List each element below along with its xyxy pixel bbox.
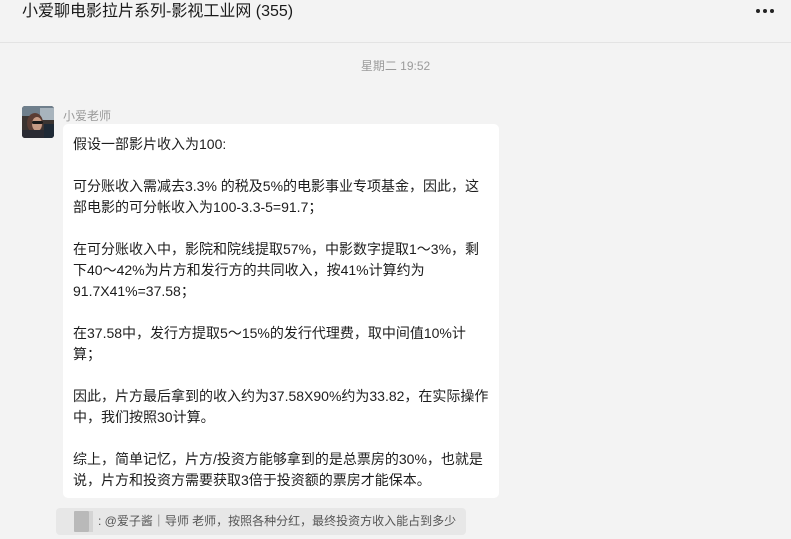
chat-header: 小爱聊电影拉片系列-影视工业网 (355) [0,0,791,43]
message-bubble[interactable]: 假设一部影片收入为100: 可分账收入需减去3.3% 的税及5%的电影事业专项基… [63,124,499,498]
message-paragraph: 因此，片方最后拿到的收入约为37.58X90%约为33.82，在实际操作中，我们… [73,388,489,425]
more-icon-dot [756,9,760,13]
message-paragraph: 在可分账收入中，影院和院线提取57%，中影数字提取1～3%，剩下40～42%为片… [73,241,480,299]
message-paragraph: 假设一部影片收入为100: [73,136,227,152]
chat-title: 小爱聊电影拉片系列-影视工业网 (355) [22,3,294,20]
image-thumbnail-strip [89,511,93,532]
message-paragraph: 综上，简单记忆，片方/投资方能够拿到的是总票房的30%，也就是说，片方和投资方需… [73,451,483,488]
quoted-reply-text: : @爱子酱｜导师 老师，按照各种分红，最终投资方收入能占到多少 [98,514,457,528]
chat-window: 小爱聊电影拉片系列-影视工业网 (355) 星期二 19:52 小爱老师 假设一… [0,0,791,539]
avatar-icon [22,106,54,138]
message-paragraph: 可分账收入需减去3.3% 的税及5%的电影事业专项基金，因此，这部电影的可分帐收… [73,178,480,215]
sender-avatar[interactable] [22,106,54,138]
more-icon-dot [763,9,767,13]
image-thumbnail-icon [74,511,89,532]
message-paragraph: 在37.58中，发行方提取5～15%的发行代理费，取中间值10%计算； [73,325,466,362]
more-options-button[interactable] [753,2,777,20]
quoted-reply[interactable]: : @爱子酱｜导师 老师，按照各种分红，最终投资方收入能占到多少 [56,508,466,535]
sender-name: 小爱老师 [63,109,112,123]
message-timestamp: 星期二 19:52 [360,59,431,73]
more-icon-dot [770,9,774,13]
